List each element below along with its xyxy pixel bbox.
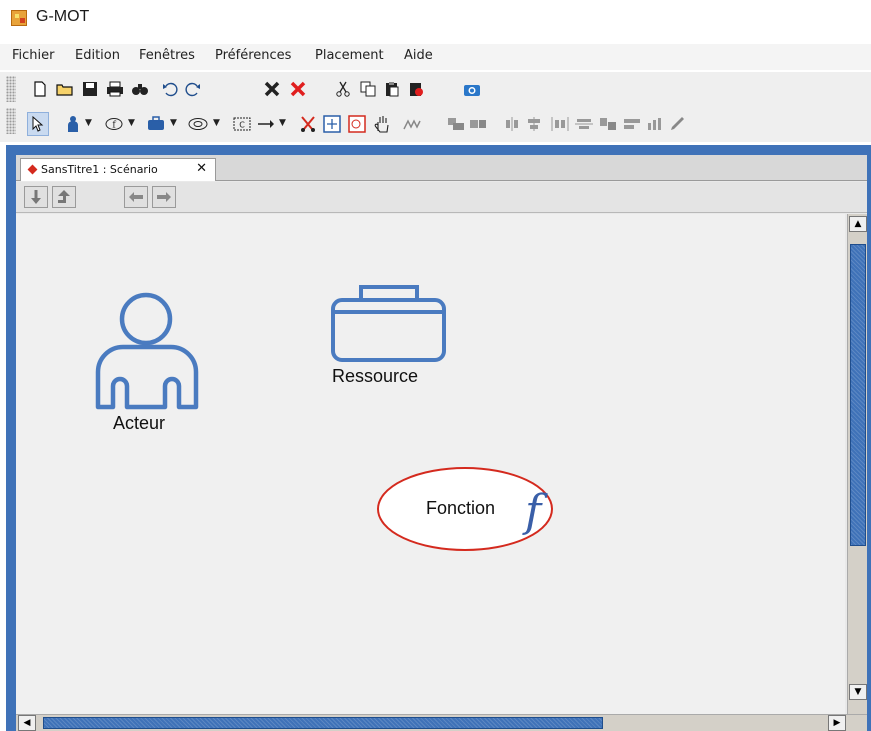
up-level-icon[interactable] [52, 186, 76, 208]
frame-tool-icon[interactable]: C [232, 114, 252, 134]
title-bar: G-MOT [0, 0, 871, 36]
scissors-icon[interactable] [298, 114, 318, 134]
drawing-toolbar: ▼ f ▼ ▼ ▼ C ▼ [0, 104, 871, 142]
new-document-icon[interactable] [30, 79, 50, 99]
undo-icon[interactable] [160, 79, 180, 99]
menu-placement[interactable]: Placement [315, 48, 384, 63]
pencil-icon[interactable] [668, 114, 688, 134]
forward-arrow-icon[interactable] [152, 186, 176, 208]
find-icon[interactable] [130, 79, 150, 99]
down-arrow-icon[interactable] [24, 186, 48, 208]
horizontal-scrollbar[interactable]: ◀ ▶ [16, 714, 867, 731]
resource-tool-icon[interactable] [146, 114, 166, 134]
menu-fichier[interactable]: Fichier [12, 48, 55, 63]
align-icon-3[interactable] [468, 114, 488, 134]
align-icon-7[interactable] [574, 114, 594, 134]
menu-fenetres[interactable]: Fenêtres [139, 48, 195, 63]
align-icon-8[interactable] [598, 114, 618, 134]
zoom-region-icon[interactable] [347, 114, 367, 134]
resource-tool-dropdown-icon[interactable]: ▼ [170, 118, 177, 128]
actor-tool-dropdown-icon[interactable]: ▼ [85, 118, 92, 128]
vertical-scroll-thumb[interactable] [850, 244, 866, 546]
menu-preferences[interactable]: Préférences [215, 48, 291, 63]
scroll-left-icon[interactable]: ◀ [18, 715, 36, 731]
select-pointer-icon[interactable] [27, 112, 49, 136]
actor-tool-icon[interactable] [63, 114, 83, 134]
redo-icon[interactable] [183, 79, 203, 99]
arrow-tool-dropdown-icon[interactable]: ▼ [279, 118, 286, 128]
hand-pan-icon[interactable] [372, 114, 392, 134]
align-icon-2[interactable] [446, 114, 466, 134]
arrow-tool-icon[interactable] [256, 114, 276, 134]
align-icon-5[interactable] [524, 114, 544, 134]
function-tool-icon[interactable]: f [104, 114, 124, 134]
tab-bar: SansTitre1 : Scénario ✕ [16, 155, 867, 181]
camera-icon[interactable] [462, 79, 482, 99]
svg-text:C: C [239, 121, 245, 130]
workspace-frame: SansTitre1 : Scénario ✕ Acteur Ressource… [6, 145, 871, 731]
menu-aide[interactable]: Aide [404, 48, 433, 63]
tab-modified-icon [27, 164, 38, 175]
toolbar-grip[interactable] [6, 76, 16, 102]
ellipse-tool-icon[interactable] [188, 114, 208, 134]
copy-icon[interactable] [358, 79, 378, 99]
resource-label: Ressource [332, 366, 419, 386]
scroll-right-icon[interactable]: ▶ [828, 715, 846, 731]
navigation-row [16, 182, 867, 213]
zoom-fit-icon[interactable] [322, 114, 342, 134]
close-icon[interactable]: ✕ [196, 161, 207, 176]
vertical-scrollbar[interactable]: ▲ ▼ [847, 214, 867, 714]
align-icon-4[interactable] [502, 114, 522, 134]
menu-bar: Fichier Edition Fenêtres Préférences Pla… [0, 44, 871, 70]
delete-red-icon[interactable] [288, 79, 308, 99]
actor-label: Acteur [113, 413, 166, 433]
app-logo-icon [11, 10, 27, 26]
function-label: Fonction [426, 498, 496, 518]
scroll-up-icon[interactable]: ▲ [849, 216, 867, 232]
window-title: G-MOT [36, 8, 90, 25]
function-symbol-icon: f [525, 486, 542, 537]
tab-scenario[interactable]: SansTitre1 : Scénario ✕ [20, 158, 216, 181]
save-icon[interactable] [80, 79, 100, 99]
back-arrow-icon[interactable] [124, 186, 148, 208]
align-icon-1[interactable] [402, 114, 422, 134]
resource-shape[interactable] [331, 285, 446, 362]
paste-icon[interactable] [382, 79, 402, 99]
tab-label: SansTitre1 : Scénario [41, 163, 158, 176]
function-tool-dropdown-icon[interactable]: ▼ [128, 118, 135, 128]
cut-icon[interactable] [333, 79, 353, 99]
document-window: SansTitre1 : Scénario ✕ Acteur Ressource… [16, 155, 867, 731]
scroll-down-icon[interactable]: ▼ [849, 684, 867, 700]
horizontal-scroll-thumb[interactable] [43, 717, 603, 729]
print-icon[interactable] [105, 79, 125, 99]
paste-special-icon[interactable] [406, 79, 426, 99]
delete-icon[interactable] [262, 79, 282, 99]
ellipse-tool-dropdown-icon[interactable]: ▼ [213, 118, 220, 128]
main-toolbar [0, 72, 871, 106]
open-folder-icon[interactable] [55, 79, 75, 99]
menu-edition[interactable]: Edition [75, 48, 120, 63]
align-icon-9[interactable] [622, 114, 642, 134]
diagram-canvas[interactable]: Acteur Ressource Fonction f [16, 214, 845, 714]
toolbar-grip[interactable] [6, 108, 16, 134]
align-icon-6[interactable] [550, 114, 570, 134]
actor-shape[interactable] [95, 292, 199, 410]
diagram-svg [95, 285, 553, 551]
align-icon-10[interactable] [645, 114, 665, 134]
